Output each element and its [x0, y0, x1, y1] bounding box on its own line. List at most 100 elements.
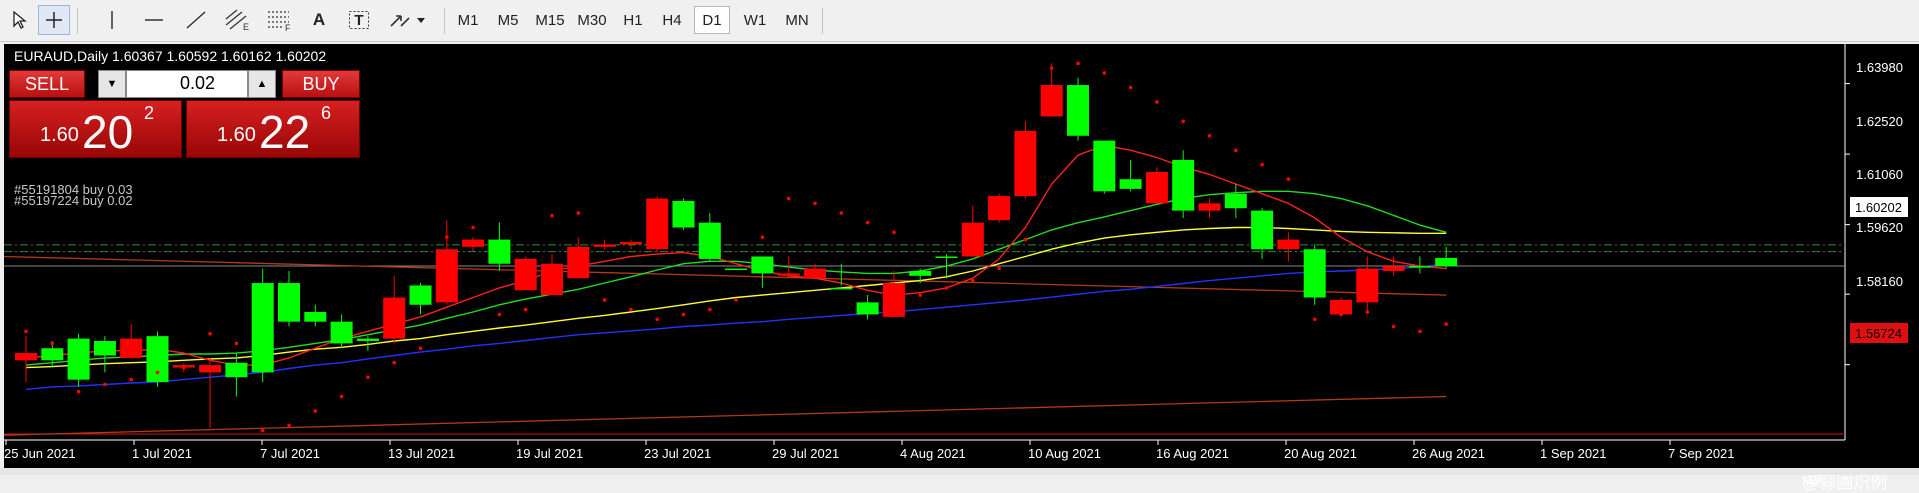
date-axis-label: 16 Aug 2021	[1156, 446, 1230, 461]
bear-candle	[646, 198, 669, 250]
bull-candle	[67, 338, 90, 380]
trendline	[4, 395, 1447, 436]
bear-candle	[199, 365, 222, 373]
text-label-icon[interactable]: T	[345, 5, 373, 35]
current-price-tag: 1.60202	[1850, 197, 1908, 217]
bull-candle	[41, 348, 64, 361]
date-axis-label: 23 Jul 2021	[644, 446, 712, 461]
sar-dot	[129, 377, 133, 382]
timeframe-mn-label: MN	[785, 11, 809, 29]
equidistant-channel-icon[interactable]: E	[222, 5, 254, 35]
sell-label: SELL	[24, 73, 70, 94]
timeframe-h1[interactable]: H1	[616, 6, 650, 34]
sar-dot	[471, 225, 475, 230]
sar-dot	[313, 409, 318, 413]
price-axis-label: 1.61060	[1856, 167, 1903, 182]
bear-candle	[514, 258, 537, 291]
fibonacci-retracement-icon[interactable]: F	[264, 5, 296, 35]
sar-dot	[786, 196, 791, 201]
sar-dot	[971, 278, 975, 283]
bull-candle	[751, 256, 774, 274]
sar-dot	[1286, 177, 1291, 182]
bear-candle	[120, 338, 143, 358]
bear-candle	[1014, 130, 1037, 197]
lot-decrease-button[interactable]: ▼	[98, 70, 126, 98]
timeframe-m1-label: M1	[457, 11, 479, 29]
bear-candle	[567, 246, 590, 279]
text-tool-label: A	[312, 10, 326, 29]
sell-price-button[interactable]: 1.60 20 2	[9, 100, 182, 158]
date-axis-label: 25 Jun 2021	[4, 446, 76, 461]
sell-button[interactable]: SELL	[9, 70, 85, 98]
sar-dot	[760, 235, 765, 239]
trendline	[4, 255, 1447, 296]
bull-candle	[225, 362, 248, 378]
buy-price-sup: 6	[321, 103, 332, 123]
crosshair-icon[interactable]	[38, 5, 70, 35]
text-icon[interactable]: A	[305, 5, 333, 35]
sar-dot	[865, 220, 870, 225]
trendline-icon[interactable]	[182, 5, 210, 35]
timeframe-h4[interactable]: H4	[655, 6, 689, 34]
sar-dot	[1207, 133, 1212, 138]
symbol-ohlc-line: EURAUD,Daily 1.60367 1.60592 1.60162 1.6…	[14, 48, 327, 64]
bull-candle	[488, 239, 511, 264]
sar-dot	[655, 317, 659, 322]
bull-candle	[1119, 179, 1142, 189]
bear-candle	[1198, 203, 1221, 211]
buy-label: BUY	[302, 73, 340, 94]
arrows-shapes-icon[interactable]	[385, 5, 433, 35]
sar-dot	[1023, 237, 1028, 242]
sar-dot	[629, 307, 633, 312]
sar-dot	[1128, 85, 1133, 90]
timeframe-w1[interactable]: W1	[737, 6, 773, 34]
bear-candle	[777, 273, 800, 276]
sar-dot	[1444, 322, 1448, 326]
sar-dot	[892, 230, 896, 235]
date-axis-label: 7 Jul 2021	[260, 446, 320, 461]
bull-candle	[1303, 249, 1326, 298]
timeframe-m5[interactable]: M5	[490, 6, 526, 34]
timeframe-m1[interactable]: M1	[450, 6, 486, 34]
level-price-tag: 1.56724	[1850, 323, 1908, 343]
moving-average-fast-line	[25, 144, 1447, 366]
timeframe-mn[interactable]: MN	[778, 6, 816, 34]
bottom-tabs-strip	[0, 468, 1919, 475]
bear-candle	[593, 244, 616, 247]
sar-dot	[1260, 162, 1264, 167]
sar-dot	[997, 266, 1001, 271]
date-axis-label: 26 Aug 2021	[1412, 446, 1486, 461]
bull-candle	[672, 200, 695, 228]
bull-candle	[1435, 257, 1458, 267]
toolbar-separator	[77, 8, 78, 34]
bear-candle	[1356, 268, 1379, 303]
sar-dot	[1076, 61, 1080, 66]
bear-candle	[961, 222, 984, 257]
lot-size-input[interactable]: 0.02	[126, 70, 248, 98]
horizontal-line-icon[interactable]	[140, 5, 168, 35]
sar-dot	[1339, 312, 1343, 317]
timeframe-m30[interactable]: M30	[572, 6, 612, 34]
timeframe-m15-label: M15	[535, 11, 565, 29]
timeframe-d1[interactable]: D1	[694, 6, 730, 34]
bull-candle	[409, 285, 432, 305]
bull-candle	[330, 321, 353, 344]
sar-dot	[550, 213, 554, 218]
toolbar-separator	[822, 8, 823, 34]
price-chart[interactable]: EURAUD,Daily 1.60367 1.60592 1.60162 1.6…	[4, 44, 1919, 492]
sar-dot	[392, 360, 397, 365]
buy-button[interactable]: BUY	[282, 70, 360, 98]
cursor-arrow-icon[interactable]	[6, 5, 34, 35]
order-label[interactable]: #55197224 buy 0.02	[14, 193, 133, 208]
timeframe-m15[interactable]: M15	[530, 6, 570, 34]
bull-candle	[725, 268, 748, 271]
sar-dot	[497, 312, 502, 317]
vertical-line-icon[interactable]	[98, 5, 126, 35]
buy-price-button[interactable]: 1.60 22 6	[186, 100, 360, 158]
bull-candle	[935, 256, 958, 258]
sar-dot	[1312, 317, 1317, 322]
sar-dot	[1049, 66, 1054, 70]
price-axis-label: 1.62520	[1856, 114, 1903, 129]
lot-increase-button[interactable]: ▲	[248, 70, 276, 98]
sar-dot	[155, 370, 160, 375]
